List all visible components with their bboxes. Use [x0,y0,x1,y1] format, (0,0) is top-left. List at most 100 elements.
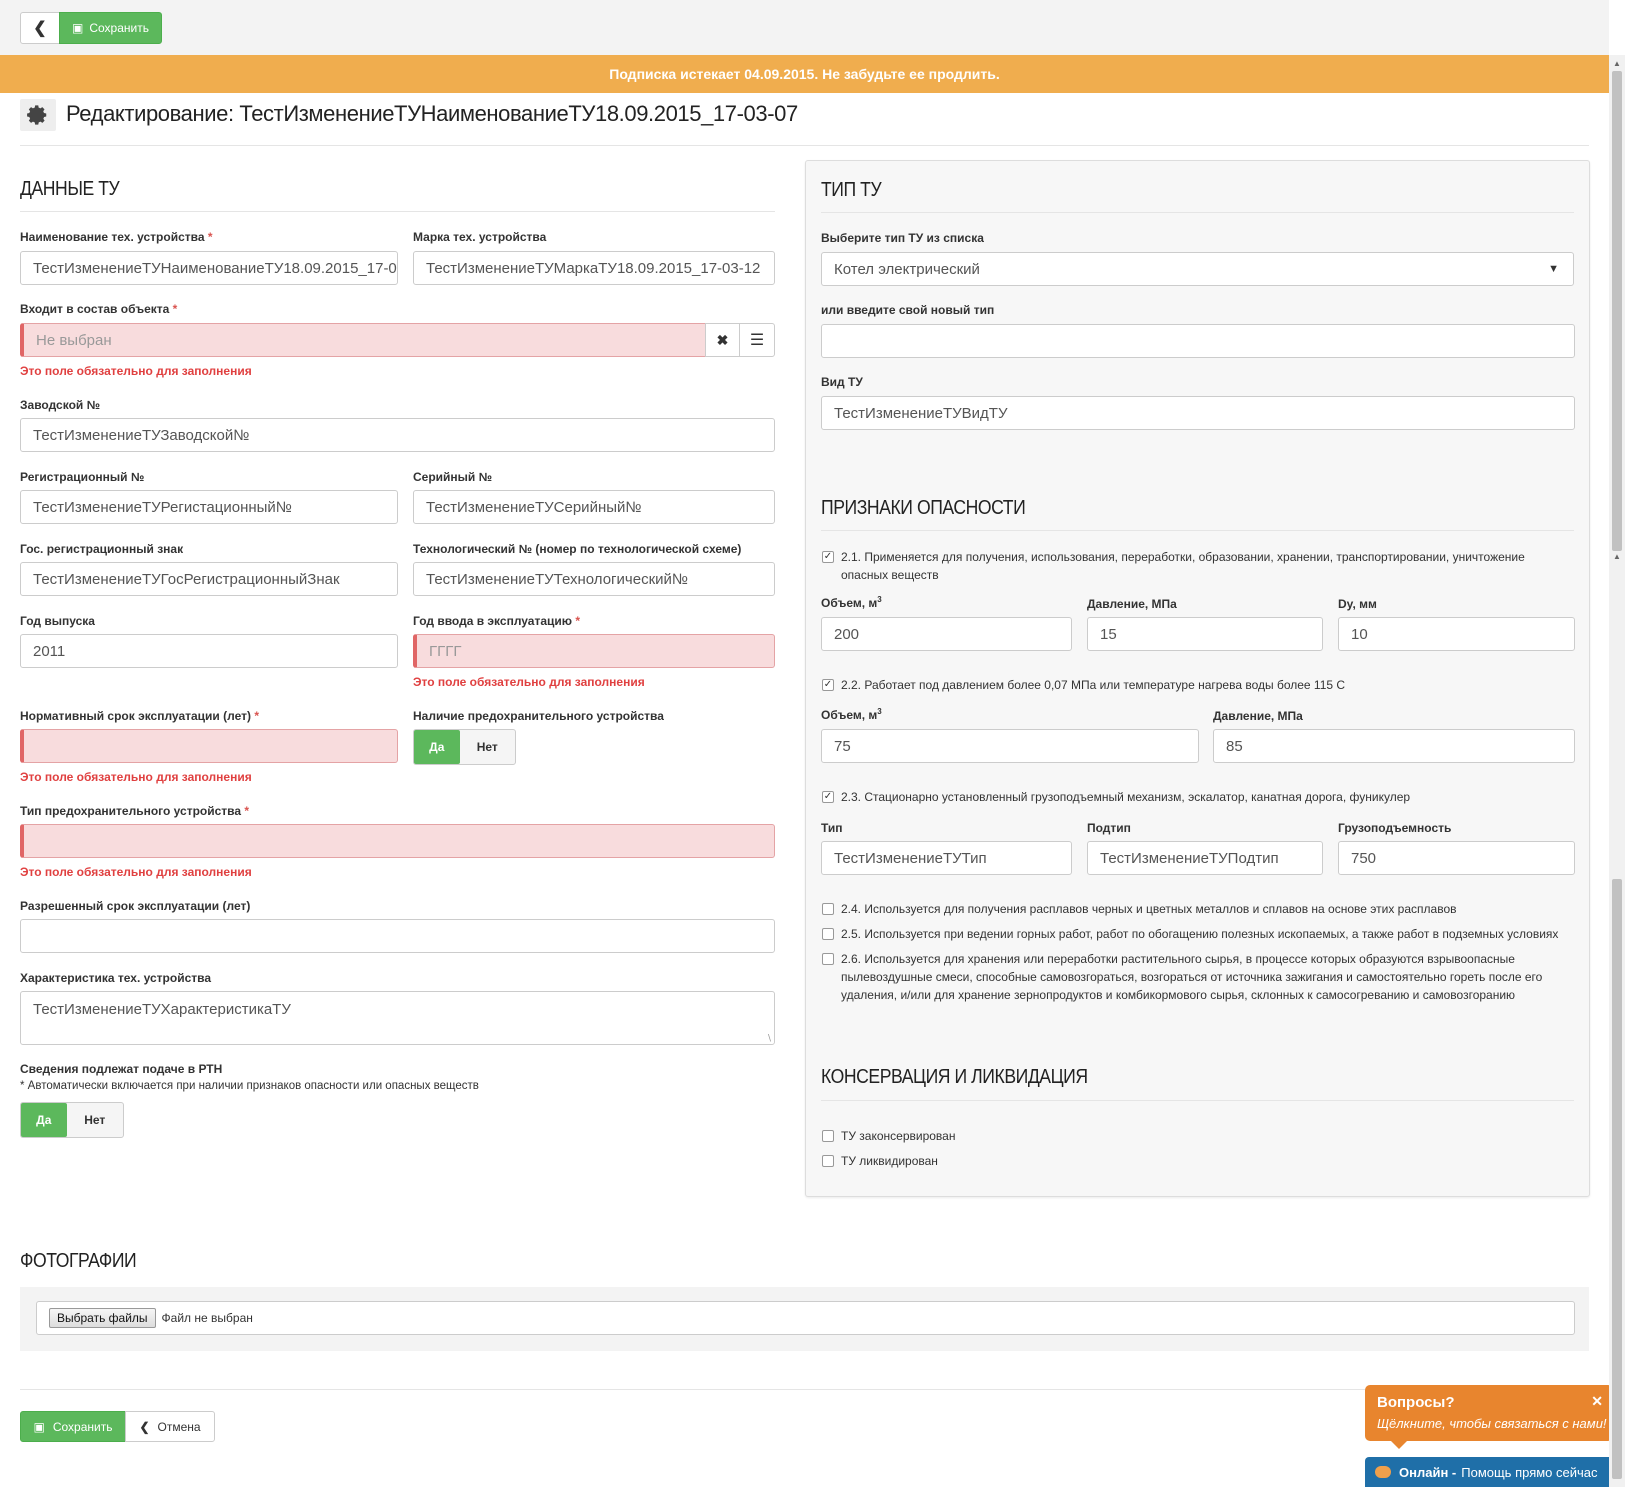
reg-input[interactable]: ТестИзменениеТУРегистационный№ [20,490,398,524]
scrollbar[interactable]: ▲ ▲ [1609,55,1625,1487]
scroll-thumb-2[interactable] [1612,879,1622,1479]
allowed-input[interactable] [20,919,775,953]
no-file-text: Файл не выбран [161,1311,253,1325]
v22-label: Объем, м3 [821,707,882,722]
safety-yes-button[interactable]: Да [414,730,460,764]
kind-input[interactable]: ТестИзменениеТУВидТУ [821,396,1575,430]
serial-input[interactable]: ТестИзменениеТУСерийный№ [413,490,775,524]
c22-text: 2.2. Работает под давлением более 0,07 М… [841,678,1346,692]
clear-object-button[interactable]: ✖ [705,323,740,357]
c21-text: 2.1. Применяется для получения, использо… [841,550,1525,582]
c24-checkbox[interactable] [822,903,834,915]
object-error: Это поле обязательно для заполнения [20,364,252,378]
gos-label: Гос. регистрационный знак [20,542,184,556]
chat-help: Помощь прямо сейчас [1461,1464,1598,1480]
scroll-up-icon[interactable]: ▲ [1613,59,1621,68]
commission-error: Это поле обязательно для заполнения [413,675,645,689]
save-button[interactable]: ▣ Сохранить [59,12,162,44]
dy21-input[interactable]: 10 [1338,617,1575,651]
rtn-note: * Автоматически включается при наличии п… [20,1080,479,1092]
type23-input[interactable]: ТестИзменениеТУТип [821,841,1072,875]
photos-area: Выбрать файлы Файл не выбран [20,1287,1589,1351]
type-select[interactable]: Котел электрический ▼ [821,252,1574,286]
p22-input[interactable]: 85 [1213,729,1575,763]
chat-title: Вопросы? [1377,1394,1455,1411]
chat-subtitle: Щёлкните, чтобы связаться с нами! [1377,1416,1607,1431]
c21-checkbox[interactable]: ✓ [822,551,834,563]
object-list-button[interactable]: ☰ [739,323,775,357]
new-type-input[interactable] [821,324,1575,358]
liquidated-text: ТУ ликвидирован [841,1154,938,1168]
c26-checkbox[interactable] [822,953,834,965]
type-tu-heading: ТИП ТУ [821,179,882,201]
factory-label: Заводской № [20,398,100,412]
data-tu-heading: ДАННЫЕ ТУ [20,178,120,200]
liquidated-checkbox[interactable] [822,1155,834,1167]
commission-input[interactable]: ГГГГ [413,634,775,668]
c23-checkbox[interactable]: ✓ [822,791,834,803]
tech-input[interactable]: ТестИзменениеТУТехнологический№ [413,562,775,596]
page-header: Редактирование: ТестИзменениеТУНаименова… [20,99,1589,146]
tech-label: Технологический № (номер по технологичес… [413,542,742,556]
scroll-up-icon-2[interactable]: ▲ [1613,552,1621,561]
c26-text: 2.6. Используется для хранения или перер… [841,952,1543,1002]
chat-bubble-icon [1375,1466,1391,1478]
safety-toggle: Да Нет [413,729,516,765]
factory-input[interactable]: ТестИзменениеТУЗаводской№ [20,418,775,452]
brand-label: Марка тех. устройства [413,230,547,244]
subscription-banner: Подписка истекает 04.09.2015. Не забудьт… [0,55,1609,93]
back-button[interactable]: ❮ [20,12,60,44]
footer-cancel-button[interactable]: ❮ Отмена [125,1411,215,1442]
v22-input[interactable]: 75 [821,729,1199,763]
c25-checkbox[interactable] [822,928,834,940]
gos-input[interactable]: ТестИзменениеТУГосРегистрационныйЗнак [20,562,398,596]
c22-checkbox[interactable]: ✓ [822,679,834,691]
year-input[interactable]: 2011 [20,634,398,668]
chevron-left-icon: ❮ [33,20,47,37]
object-select[interactable]: Не выбран [20,323,706,357]
p21-input[interactable]: 15 [1087,617,1323,651]
chat-online: Онлайн - [1399,1464,1457,1480]
list-icon: ☰ [749,332,765,349]
conserved-checkbox[interactable] [822,1130,834,1142]
capacity23-input[interactable]: 750 [1338,841,1575,875]
chat-bar[interactable]: Онлайн - Помощь прямо сейчас [1365,1457,1613,1487]
safety-type-label: Тип предохранительного устройства * [20,804,250,818]
close-icon: ✖ [716,331,729,348]
char-textarea[interactable]: ТестИзменениеТУХарактеристикаТУ ∖ [20,991,775,1045]
safety-no-button[interactable]: Нет [460,730,515,764]
scroll-thumb[interactable] [1612,71,1622,551]
v21-input[interactable]: 200 [821,617,1072,651]
chevron-down-icon: ▼ [1548,263,1559,275]
floppy-icon: ▣ [72,21,84,35]
type-select-label: Выберите тип ТУ из списка [821,231,984,245]
name-input[interactable]: ТестИзменениеТУНаименованиеТУ18.09.2015_… [20,251,398,285]
subtype23-input[interactable]: ТестИзменениеТУПодтип [1087,841,1323,875]
capacity23-label: Грузоподъемность [1338,821,1452,835]
norm-input[interactable] [20,729,398,763]
rtn-no-button[interactable]: Нет [67,1103,123,1137]
file-input[interactable]: Выбрать файлы Файл не выбран [36,1301,1575,1335]
floppy-icon: ▣ [33,1419,45,1434]
brand-input[interactable]: ТестИзменениеТУМаркаТУ18.09.2015_17-03-1… [413,251,775,285]
close-icon[interactable]: ✕ [1591,1393,1603,1410]
safety-type-input[interactable] [20,824,775,858]
dy21-label: Dy, мм [1338,597,1377,611]
c24-text: 2.4. Используется для получения расплаво… [841,902,1457,916]
rtn-yes-button[interactable]: Да [21,1103,67,1137]
serial-label: Серийный № [413,470,493,484]
resize-handle-icon[interactable]: ∖ [766,1033,772,1044]
c23-text: 2.3. Стационарно установленный грузоподъ… [841,790,1411,804]
gear-icon [20,99,56,131]
p21-label: Давление, МПа [1087,597,1177,611]
choose-files-button[interactable]: Выбрать файлы [49,1308,156,1328]
conserved-text: ТУ законсервирован [841,1129,956,1143]
footer-save-button[interactable]: ▣ Сохранить [20,1411,126,1442]
chevron-left-icon: ❮ [139,1419,150,1434]
subtype23-label: Подтип [1087,821,1131,835]
photos-heading: ФОТОГРАФИИ [20,1250,137,1272]
name-label: Наименование тех. устройства * [20,230,213,244]
type23-label: Тип [821,821,843,835]
chat-popup[interactable]: Вопросы? Щёлкните, чтобы связаться с нам… [1365,1385,1613,1449]
new-type-label: или введите свой новый тип [821,303,995,317]
